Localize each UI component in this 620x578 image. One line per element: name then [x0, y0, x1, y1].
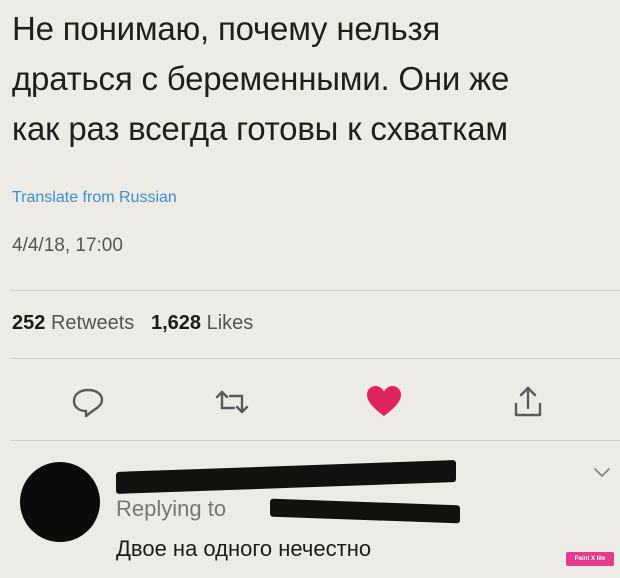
- tweet-text: Не понимаю, почему нельзя драться с бере…: [12, 4, 612, 154]
- tweet-line: Не понимаю, почему нельзя: [12, 10, 441, 47]
- watermark: Paint X lite: [566, 552, 614, 566]
- chevron-down-icon[interactable]: [590, 460, 614, 484]
- tweet-stats: 252 Retweets 1,628 Likes: [12, 312, 253, 335]
- reply-text: Двое на одного нечестно: [116, 536, 372, 561]
- tweet-line: драться с беременными. Они же: [12, 60, 510, 97]
- tweet-line: как раз всегда готовы к схваткам: [12, 110, 508, 147]
- heart-icon: [367, 386, 401, 416]
- tweet-timestamp: 4/4/18, 17:00: [12, 235, 123, 256]
- like-button[interactable]: [364, 382, 404, 422]
- likes-label[interactable]: Likes: [207, 312, 254, 334]
- retweets-label[interactable]: Retweets: [51, 312, 134, 334]
- retweet-icon: [215, 390, 249, 414]
- divider: [10, 440, 620, 441]
- share-button[interactable]: [508, 382, 548, 422]
- tweet-actions: [0, 376, 620, 426]
- translate-link[interactable]: Translate from Russian: [12, 189, 177, 207]
- divider: [10, 290, 620, 291]
- likes-count[interactable]: 1,628: [151, 312, 201, 334]
- redacted-username: [116, 460, 456, 494]
- divider: [10, 358, 620, 359]
- reply-button[interactable]: [68, 382, 108, 422]
- retweet-button[interactable]: [212, 382, 252, 422]
- redacted-handle: [270, 498, 460, 524]
- retweets-count[interactable]: 252: [12, 312, 45, 334]
- avatar[interactable]: [20, 462, 100, 542]
- reply-icon: [72, 388, 104, 418]
- share-icon: [514, 386, 542, 417]
- reply-tweet[interactable]: Replying to Двое на одного нечестно Pain…: [0, 448, 620, 578]
- replying-to-label: Replying to: [116, 496, 227, 521]
